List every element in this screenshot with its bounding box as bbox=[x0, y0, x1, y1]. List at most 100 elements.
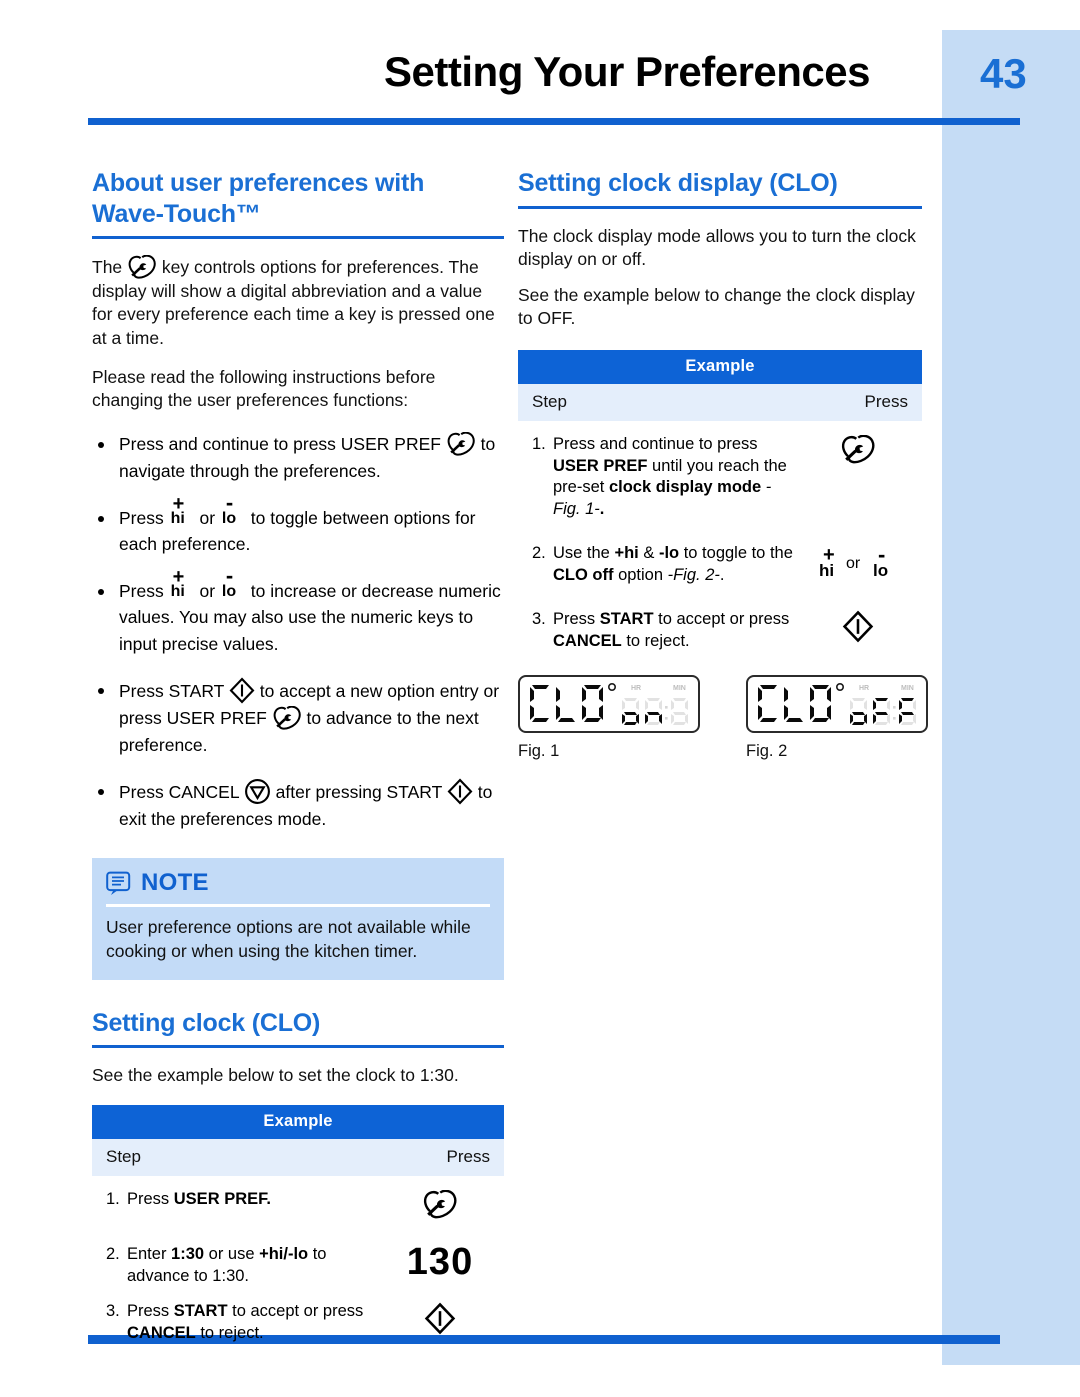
column-header-step: Step bbox=[532, 391, 567, 411]
hi-label: hi bbox=[170, 509, 185, 527]
lcd-segments-on: HR MIN bbox=[530, 683, 688, 726]
bullet-2-text-a: Press bbox=[119, 507, 169, 528]
table-row: 1. Press and continue to press USER PREF… bbox=[518, 421, 922, 522]
step-text-part: USER PREF bbox=[553, 456, 648, 475]
table-row-press: 130 bbox=[376, 1240, 504, 1283]
lcd-segments-off: HR MIN bbox=[758, 683, 916, 726]
step-text-part: CANCEL bbox=[553, 632, 622, 651]
figure-group: HR MIN Fig. 1 HR MIN Fig. 2 bbox=[518, 675, 928, 761]
or-label: or bbox=[846, 555, 861, 573]
step-text: Press USER PREF. bbox=[127, 1189, 271, 1211]
step-text-part: & bbox=[638, 544, 659, 563]
right-column: Setting clock display (CLO) The clock di… bbox=[518, 168, 928, 761]
step-text-part: to reject. bbox=[621, 632, 690, 651]
bullet-3-text-a: Press bbox=[119, 580, 169, 601]
step-text-part: USER PREF. bbox=[173, 1189, 271, 1208]
step-text-part: Press bbox=[127, 1189, 174, 1208]
step-text-part: CANCEL bbox=[127, 1323, 196, 1342]
table-row: 2. Enter 1:30 or use +hi/-lo to advance … bbox=[92, 1231, 504, 1288]
instruction-bullet-list: Press and continue to press USER PREF to… bbox=[92, 431, 504, 832]
bullet-press-cancel: Press CANCEL after pressing START to exi… bbox=[92, 778, 504, 832]
step-text-part: Press bbox=[553, 610, 600, 629]
table-column-headers: Step Press bbox=[92, 1138, 504, 1176]
lo-label: lo bbox=[873, 561, 889, 581]
bullet-numeric-values: Press + hi or - lo to increase or decrease… bbox=[92, 564, 504, 658]
table-row-step: 1. Press USER PREF. bbox=[92, 1189, 376, 1211]
start-icon bbox=[229, 677, 255, 705]
step-text-part: START bbox=[173, 1301, 228, 1320]
column-header-step: Step bbox=[106, 1146, 141, 1166]
table-row-press bbox=[794, 609, 922, 643]
lcd-display-clock-on: HR MIN bbox=[518, 675, 700, 734]
table-row-step: 2. Use the +hi & -lo to toggle to the CL… bbox=[518, 543, 794, 587]
page-header: Setting Your Preferences 43 bbox=[60, 48, 1027, 114]
user-pref-icon bbox=[422, 1189, 458, 1220]
step-text-part: to reject. bbox=[195, 1323, 264, 1342]
start-icon bbox=[842, 610, 874, 643]
instructions-intro: Please read the following instructions b… bbox=[92, 366, 436, 411]
table-row-step: 1. Press and continue to press USER PREF… bbox=[518, 434, 794, 522]
lcd-min-label: MIN bbox=[673, 685, 686, 692]
display-value: 130 bbox=[406, 1240, 474, 1283]
lo-label: lo bbox=[221, 509, 237, 527]
step-number: 1. bbox=[106, 1189, 120, 1208]
section-rule bbox=[518, 205, 922, 209]
user-pref-icon bbox=[840, 434, 876, 465]
bullet-navigate-preferences: Press and continue to press USER PREF to… bbox=[92, 431, 504, 484]
table-row-step: 2. Enter 1:30 or use +hi/-lo to advance … bbox=[92, 1244, 376, 1288]
note-rule bbox=[106, 904, 490, 908]
note-bubble-icon bbox=[106, 871, 132, 896]
bullet-1-text-a: Press and continue to press USER PREF bbox=[119, 434, 446, 455]
header-rule bbox=[88, 118, 1020, 125]
note-body-text: User preference options are not availabl… bbox=[106, 917, 471, 961]
step-text-part: . bbox=[599, 500, 605, 519]
page-edge-band bbox=[942, 30, 1080, 1365]
table-row: 3. Press START to accept or press CANCEL… bbox=[518, 587, 922, 653]
step-text-part: Use the bbox=[553, 544, 615, 563]
bullet-toggle-options: Press + hi or - lo to toggle between optio… bbox=[92, 491, 504, 558]
start-icon bbox=[447, 778, 473, 805]
table-row-press bbox=[376, 1301, 504, 1335]
table-row: 3. Press START to accept or press CANCEL… bbox=[92, 1288, 504, 1345]
start-icon bbox=[424, 1302, 456, 1335]
step-text: Press and continue to press USER PREF un… bbox=[553, 434, 794, 522]
step-text-part: clock display mode bbox=[608, 478, 766, 497]
page-number: 43 bbox=[980, 50, 1027, 97]
note-header: NOTE bbox=[106, 869, 490, 897]
table-title: Example bbox=[518, 349, 922, 384]
figure-1-caption: Fig. 1 bbox=[518, 742, 560, 761]
lcd-min-label: MIN bbox=[901, 685, 914, 692]
table-row: 2. Use the +hi & -lo to toggle to the CL… bbox=[518, 521, 922, 587]
step-text-part: +hi/-lo bbox=[259, 1244, 309, 1263]
table-row-step: 3. Press START to accept or press CANCEL… bbox=[92, 1301, 376, 1345]
heading-line-1: About user preferences with bbox=[92, 169, 425, 197]
note-title: NOTE bbox=[141, 869, 209, 897]
column-header-press: Press bbox=[446, 1146, 490, 1166]
hi-lo-icon: + hi or - lo bbox=[819, 542, 897, 581]
lcd-hr-label: HR bbox=[631, 685, 641, 692]
table-row-press bbox=[794, 434, 922, 465]
step-text-part: +hi bbox=[614, 544, 639, 563]
figure-1: HR MIN Fig. 1 bbox=[518, 675, 700, 761]
step-text-part: to accept or press bbox=[227, 1301, 364, 1320]
clock-display-para-1: The clock display mode allows you to tur… bbox=[518, 225, 916, 269]
bullet-5-text-a: Press CANCEL bbox=[119, 782, 244, 803]
figure-2: HR MIN Fig. 2 bbox=[746, 675, 928, 761]
lo-label: lo bbox=[221, 582, 237, 600]
step-text-part: Enter bbox=[127, 1244, 172, 1263]
intro-paragraph: The key controls options for preferences… bbox=[92, 255, 504, 350]
step-number: 3. bbox=[532, 610, 546, 629]
step-text: Use the +hi & -lo to toggle to the CLO o… bbox=[553, 543, 794, 587]
step-text-part: . bbox=[719, 566, 725, 585]
note-box: NOTE User preference options are not ava… bbox=[92, 858, 504, 980]
step-text: Press START to accept or press CANCEL to… bbox=[553, 609, 794, 653]
hi-label: hi bbox=[170, 582, 185, 600]
table-column-headers: Step Press bbox=[518, 383, 922, 421]
step-number: 2. bbox=[106, 1244, 120, 1263]
step-text-part: -lo bbox=[658, 544, 680, 563]
user-pref-icon bbox=[272, 706, 302, 731]
page-title: Setting Your Preferences bbox=[384, 48, 870, 95]
table-row-press: + hi or - lo bbox=[794, 542, 922, 581]
table-title: Example bbox=[92, 1104, 504, 1139]
section-heading-user-preferences: About user preferences with Wave-Touch™ bbox=[92, 168, 504, 229]
